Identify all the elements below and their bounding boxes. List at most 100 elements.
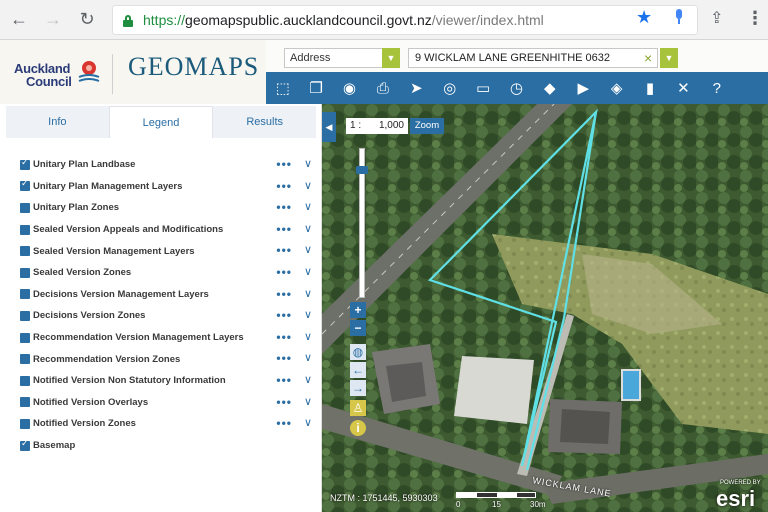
- locate-target-icon[interactable]: ◎: [433, 72, 466, 104]
- layer-checkbox[interactable]: [20, 332, 30, 343]
- layer-checkbox[interactable]: [20, 157, 30, 170]
- layer-name[interactable]: Recommendation Version Management Layers: [33, 332, 244, 343]
- more-options-icon[interactable]: •••: [276, 416, 292, 430]
- layer-row: Notified Version Non Statutory Informati…: [20, 370, 316, 392]
- history-clock-icon[interactable]: ◷: [500, 72, 533, 104]
- layer-name[interactable]: Sealed Version Zones: [33, 267, 131, 278]
- clear-icon[interactable]: ×: [644, 48, 658, 68]
- share-icon[interactable]: ⇪: [710, 8, 723, 28]
- reload-icon[interactable]: ↻: [72, 5, 102, 35]
- water-drop-icon[interactable]: ◆: [533, 72, 566, 104]
- url-path: /viewer/index.html: [431, 12, 544, 28]
- layer-name[interactable]: Sealed Version Appeals and Modifications: [33, 224, 223, 235]
- layer-name[interactable]: Recommendation Version Zones: [33, 354, 180, 365]
- address-bar[interactable]: https:// geomapspublic.aucklandcouncil.g…: [112, 5, 698, 35]
- layer-checkbox[interactable]: [20, 397, 30, 408]
- layer-name[interactable]: Unitary Plan Zones: [33, 202, 119, 213]
- tools-icon[interactable]: ✕: [667, 72, 700, 104]
- previous-extent-icon[interactable]: ←: [350, 362, 366, 378]
- select-pointer-icon[interactable]: ➤: [400, 72, 433, 104]
- chevron-down-icon[interactable]: ∨: [304, 179, 312, 192]
- map-view[interactable]: ◀ 1 : 1,000 Zoom + − ◍ ← → ♙ i WICKLAM L…: [322, 104, 768, 512]
- zoom-out-button[interactable]: −: [350, 320, 366, 336]
- more-options-icon[interactable]: •••: [276, 157, 292, 171]
- collapse-panel-icon[interactable]: ◀: [322, 112, 336, 142]
- bookmark-icon[interactable]: ▮: [633, 72, 666, 104]
- street-view-person-icon[interactable]: ♙: [350, 400, 366, 416]
- layer-checkbox[interactable]: [20, 354, 30, 365]
- more-options-icon[interactable]: •••: [276, 200, 292, 214]
- chevron-down-icon[interactable]: ▼: [382, 48, 400, 68]
- layer-name[interactable]: Basemap: [33, 440, 75, 451]
- more-options-icon[interactable]: •••: [276, 265, 292, 279]
- tab-results[interactable]: Results: [213, 106, 316, 138]
- layer-row: Sealed Version Appeals and Modifications…: [20, 219, 316, 241]
- globe-icon[interactable]: ◍: [350, 344, 366, 360]
- chevron-down-icon[interactable]: ∨: [304, 330, 312, 343]
- chevron-down-icon[interactable]: ∨: [304, 157, 312, 170]
- layer-checkbox[interactable]: [20, 224, 30, 235]
- more-options-icon[interactable]: •••: [276, 373, 292, 387]
- logo-divider: [112, 54, 113, 94]
- chevron-down-icon[interactable]: ∨: [304, 200, 312, 213]
- chevron-down-icon[interactable]: ∨: [304, 308, 312, 321]
- back-arrow-icon[interactable]: ←: [4, 5, 34, 35]
- chevron-down-icon[interactable]: ∨: [304, 373, 312, 386]
- address-search-input[interactable]: 9 WICKLAM LANE GREENHITHE 0632: [408, 48, 658, 68]
- camera-icon[interactable]: ▶: [567, 72, 600, 104]
- layer-name[interactable]: Notified Version Overlays: [33, 397, 148, 408]
- layer-checkbox[interactable]: [20, 418, 30, 429]
- zoom-button[interactable]: Zoom: [410, 118, 444, 134]
- layer-name[interactable]: Unitary Plan Landbase: [33, 159, 135, 170]
- layer-row: Sealed Version Management Layers ••• ∨: [20, 240, 316, 262]
- layer-name[interactable]: Sealed Version Management Layers: [33, 246, 195, 257]
- layer-checkbox[interactable]: [20, 375, 30, 386]
- layer-name[interactable]: Unitary Plan Management Layers: [33, 181, 182, 192]
- info-icon[interactable]: i: [350, 420, 366, 436]
- tab-legend[interactable]: Legend: [108, 106, 214, 138]
- more-options-icon[interactable]: •••: [276, 330, 292, 344]
- chevron-down-icon[interactable]: ∨: [304, 287, 312, 300]
- scale-input[interactable]: 1 : 1,000: [346, 118, 408, 134]
- more-options-icon[interactable]: •••: [276, 395, 292, 409]
- forward-arrow-icon[interactable]: →: [38, 5, 68, 35]
- help-icon[interactable]: ?: [700, 72, 733, 104]
- zoom-slider-handle[interactable]: [356, 166, 368, 174]
- chevron-down-icon[interactable]: ∨: [304, 222, 312, 235]
- layer-checkbox[interactable]: [20, 178, 30, 192]
- layer-name[interactable]: Decisions Version Management Layers: [33, 289, 209, 300]
- layer-name[interactable]: Notified Version Zones: [33, 418, 136, 429]
- eye-icon[interactable]: ◉: [333, 72, 366, 104]
- more-options-icon[interactable]: •••: [276, 243, 292, 257]
- measure-area-icon[interactable]: ⬚: [266, 72, 299, 104]
- next-extent-icon[interactable]: →: [350, 380, 366, 396]
- layers-icon[interactable]: ❐: [299, 72, 332, 104]
- chevron-down-icon[interactable]: ∨: [304, 351, 312, 364]
- more-options-icon[interactable]: •••: [276, 179, 292, 193]
- layer-checkbox[interactable]: [20, 202, 30, 213]
- chevron-down-icon[interactable]: ∨: [304, 265, 312, 278]
- place-pin-icon[interactable]: ◈: [600, 72, 633, 104]
- layer-name[interactable]: Notified Version Non Statutory Informati…: [33, 375, 226, 386]
- more-options-icon[interactable]: •••: [276, 222, 292, 236]
- microphone-icon[interactable]: [674, 9, 684, 25]
- layer-checkbox[interactable]: [20, 438, 30, 451]
- print-icon[interactable]: ⎙: [366, 72, 399, 104]
- ruler-icon[interactable]: ▭: [466, 72, 499, 104]
- layer-checkbox[interactable]: [20, 267, 30, 278]
- more-options-icon[interactable]: •••: [276, 351, 292, 365]
- layer-checkbox[interactable]: [20, 289, 30, 300]
- chevron-down-icon[interactable]: ∨: [304, 395, 312, 408]
- layer-checkbox[interactable]: [20, 246, 30, 257]
- menu-kebab-icon[interactable]: ⋮: [746, 8, 764, 29]
- chevron-down-icon[interactable]: ∨: [304, 416, 312, 429]
- layer-checkbox[interactable]: [20, 310, 30, 321]
- tab-info[interactable]: Info: [6, 106, 109, 138]
- zoom-in-button[interactable]: +: [350, 302, 366, 318]
- more-options-icon[interactable]: •••: [276, 287, 292, 301]
- more-options-icon[interactable]: •••: [276, 308, 292, 322]
- layer-name[interactable]: Decisions Version Zones: [33, 310, 145, 321]
- chevron-down-icon[interactable]: ∨: [304, 243, 312, 256]
- search-dropdown-icon[interactable]: ▼: [660, 48, 678, 68]
- star-icon[interactable]: ★: [636, 7, 652, 28]
